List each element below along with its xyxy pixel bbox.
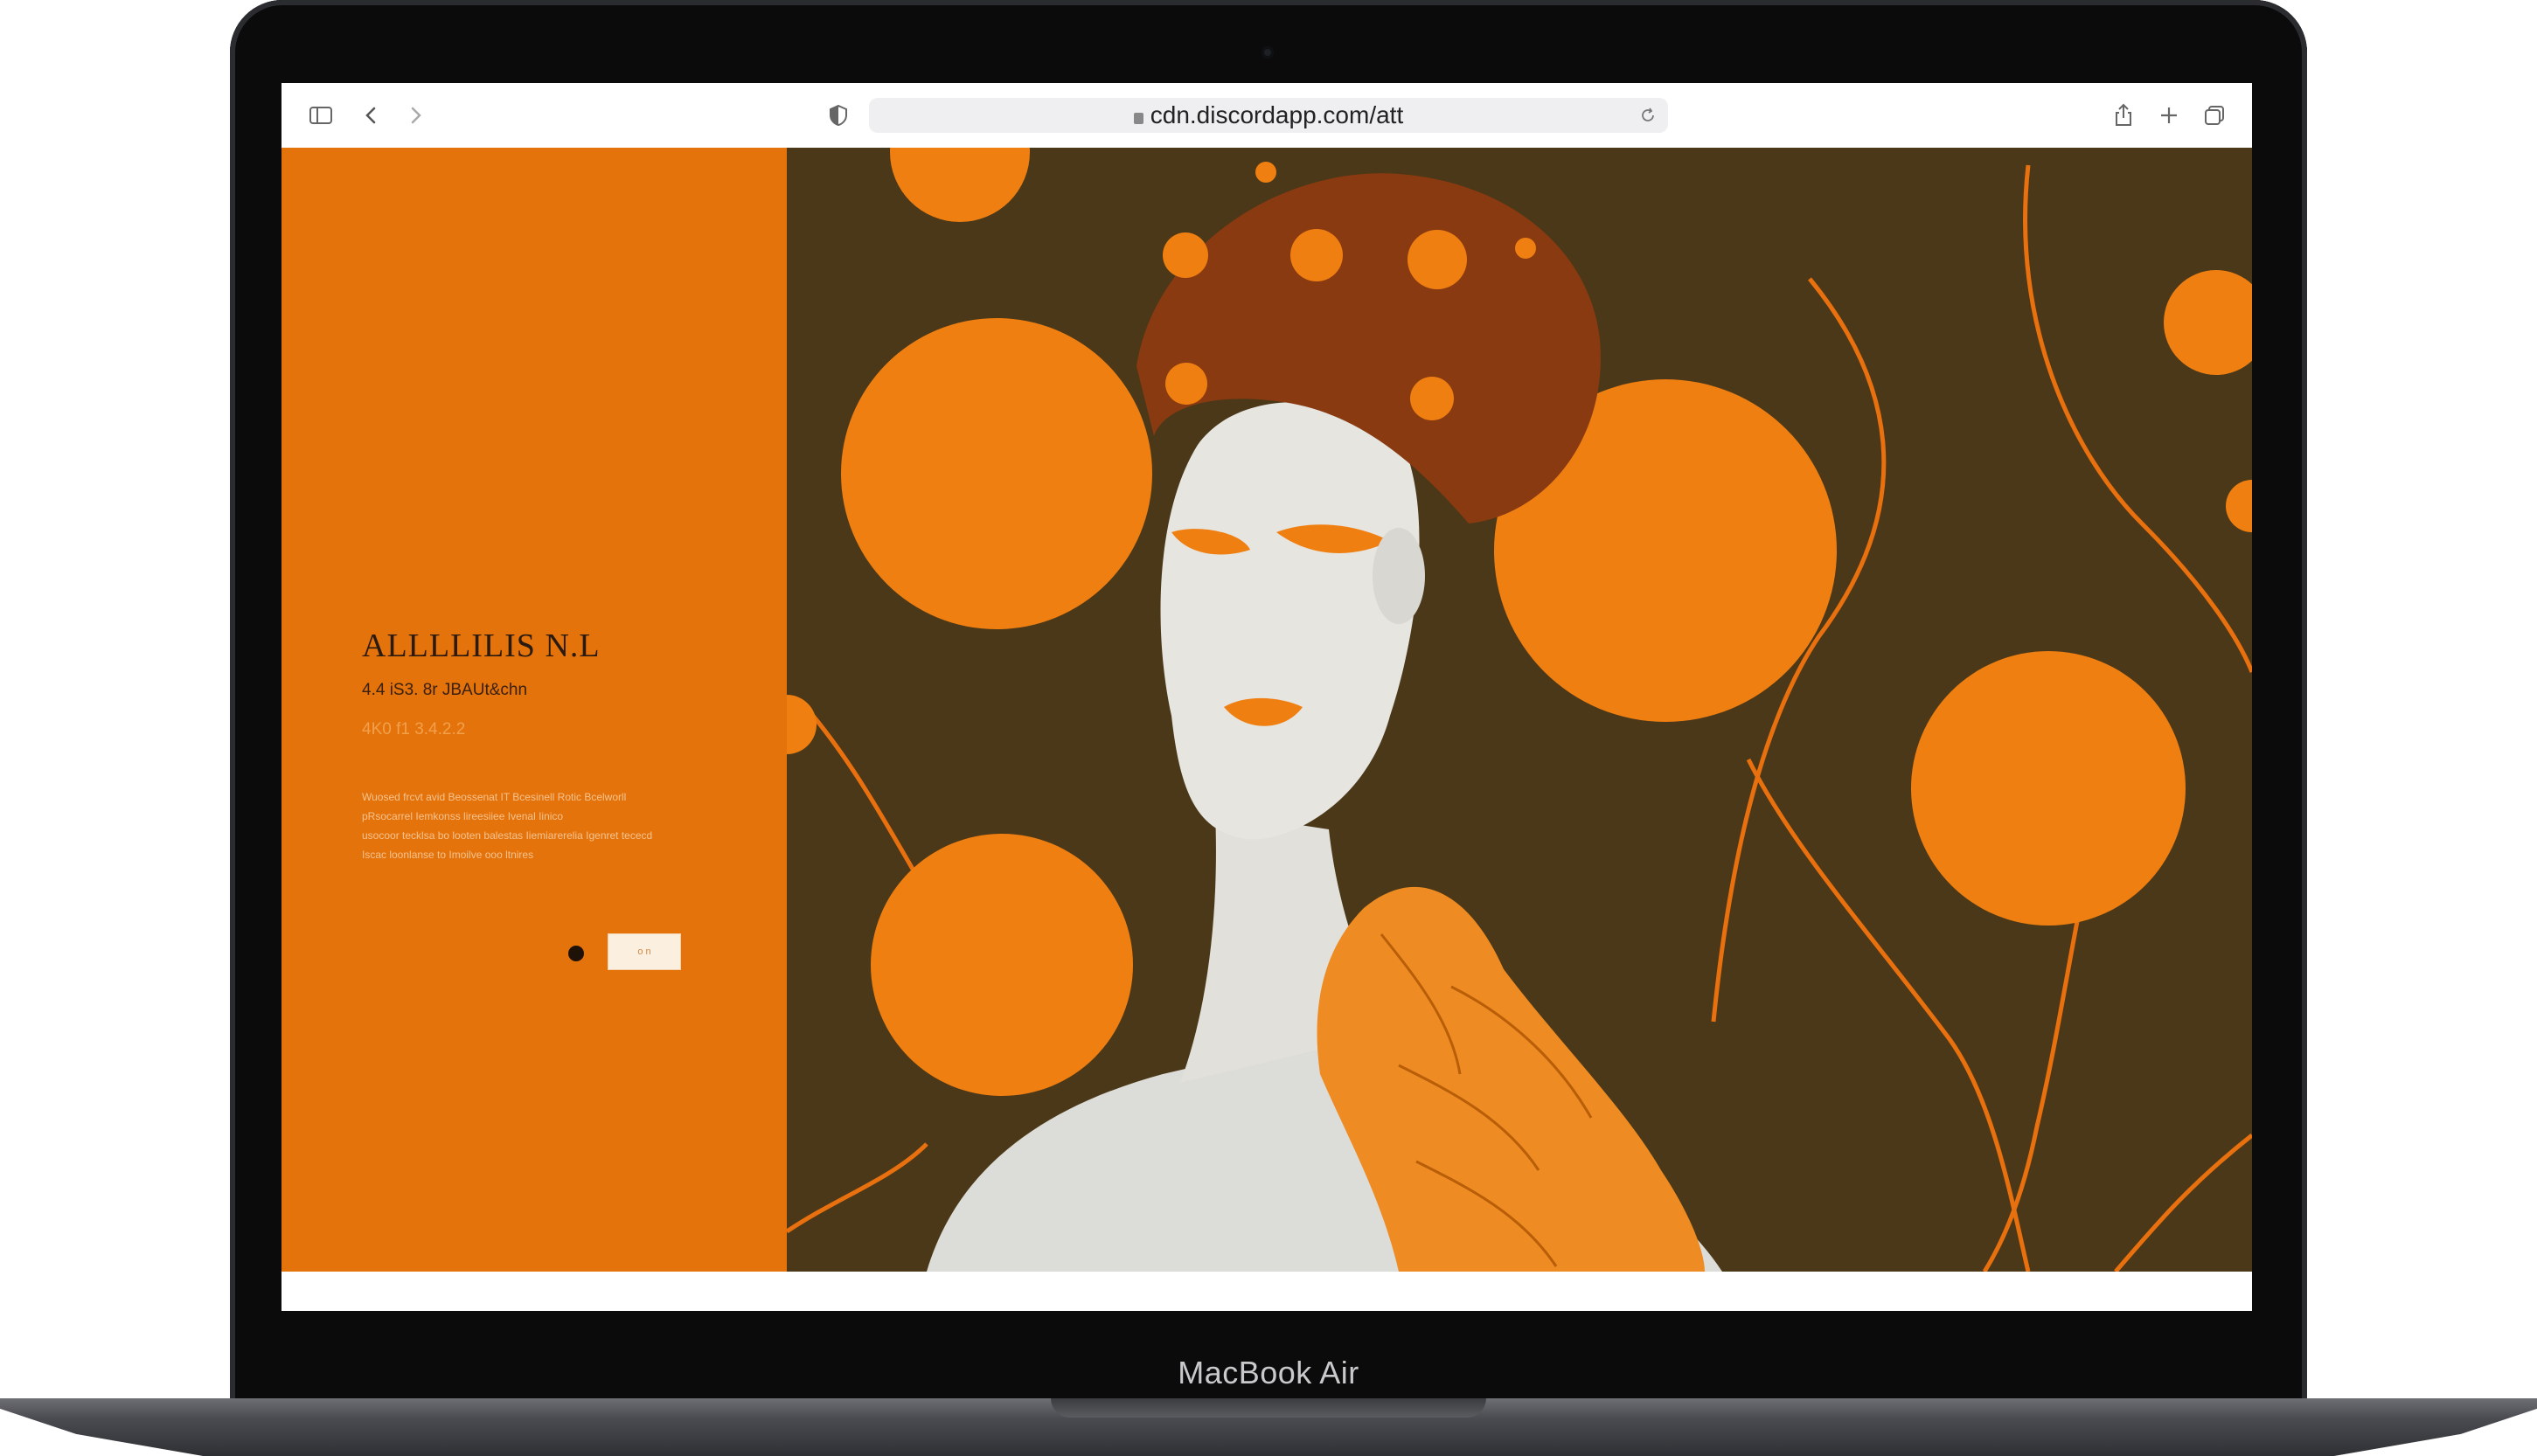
browser-window: cdn.discordapp.com/att ALLLLILIS N.L 4.4… <box>282 83 2252 1311</box>
address-bar[interactable]: cdn.discordapp.com/att <box>869 98 1668 133</box>
page-title: ALLLLILIS N.L <box>362 627 601 664</box>
back-icon[interactable] <box>358 102 385 128</box>
page-content: ALLLLILIS N.L 4.4 iS3. 8r JBAUt&chn 4K0 … <box>282 148 2252 1272</box>
device-label: MacBook Air <box>1178 1355 1359 1390</box>
cta-button[interactable]: o n <box>608 933 681 970</box>
body-text-line: Iscac loonlanse to Imoilve ooo ltnires <box>362 849 534 861</box>
forward-icon[interactable] <box>402 102 428 128</box>
shield-icon[interactable] <box>825 102 851 128</box>
hero-illustration <box>787 148 2252 1272</box>
url-text: cdn.discordapp.com/att <box>1150 101 1404 128</box>
sidebar-icon[interactable] <box>308 102 334 128</box>
camera-icon <box>1262 46 1274 59</box>
body-text-line: pRsocarrel Iemkonss lireesiiee Ivenal Ii… <box>362 810 564 822</box>
body-text-line: usocoor tecklsa bo looten balestas Iiemi… <box>362 829 653 842</box>
page-subtitle: 4.4 iS3. 8r JBAUt&chn <box>362 681 528 699</box>
share-icon[interactable] <box>2110 102 2137 128</box>
reload-icon[interactable] <box>1638 106 1658 125</box>
tabs-icon[interactable] <box>2201 102 2228 128</box>
page-tagline: 4K0 f1 3.4.2.2 <box>362 720 466 738</box>
page-footer-strip <box>282 1272 2252 1311</box>
body-text-line: Wuosed frcvt avid Beossenat IT Bcesinell… <box>362 791 627 803</box>
laptop-hinge-notch <box>1051 1398 1486 1418</box>
browser-toolbar: cdn.discordapp.com/att <box>282 83 2252 148</box>
new-tab-icon[interactable] <box>2156 102 2182 128</box>
pager-dot[interactable] <box>568 946 584 961</box>
info-panel: ALLLLILIS N.L 4.4 iS3. 8r JBAUt&chn 4K0 … <box>282 148 787 1272</box>
lock-icon <box>1133 113 1143 124</box>
